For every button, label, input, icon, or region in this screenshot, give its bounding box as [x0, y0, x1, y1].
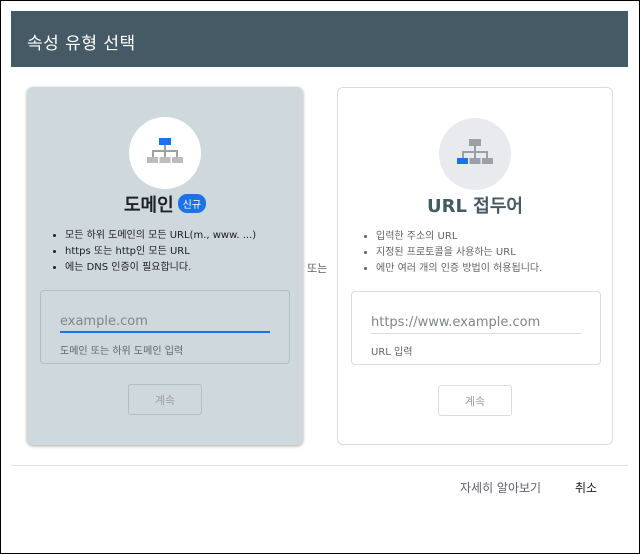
url-prefix-input-hint: URL 입력: [371, 347, 413, 358]
domain-continue-button[interactable]: 계속: [128, 384, 202, 415]
list-item: 모든 하위 도메인의 모든 URL(m., www. ...): [65, 228, 256, 244]
domain-input[interactable]: [60, 311, 270, 333]
domain-title-text: 도메인: [123, 195, 174, 216]
url-prefix-icon-circle: [439, 118, 511, 190]
domain-input-box: 도메인 또는 하위 도메인 입력: [40, 290, 290, 364]
url-prefix-input[interactable]: [371, 312, 581, 334]
new-badge: 신규: [177, 194, 207, 213]
list-item: https 또는 http인 모든 URL: [65, 244, 256, 260]
list-item: 에만 여러 개의 인증 방법이 허용됩니다.: [376, 261, 542, 277]
list-item: 지정된 프로토콜을 사용하는 URL: [376, 245, 542, 261]
dialog-title: 속성 유형 선택: [27, 34, 136, 54]
url-prefix-card-title: URL 접두어: [427, 196, 523, 217]
learn-more-link[interactable]: 자세히 알아보기: [460, 479, 541, 496]
url-prefix-property-card[interactable]: URL 접두어 입력한 주소의 URL 지정된 프로토콜을 사용하는 URL 에…: [337, 87, 613, 445]
sitemap-icon: [457, 139, 493, 164]
sitemap-icon: [147, 138, 183, 163]
url-prefix-continue-button[interactable]: 계속: [438, 385, 512, 416]
url-prefix-input-box: URL 입력: [351, 291, 601, 365]
domain-input-hint: 도메인 또는 하위 도메인 입력: [60, 346, 184, 357]
domain-card-title: 도메인 신규: [27, 191, 303, 217]
url-prefix-feature-list: 입력한 주소의 URL 지정된 프로토콜을 사용하는 URL 에만 여러 개의 …: [362, 229, 542, 277]
or-separator: 또는: [307, 262, 328, 275]
dialog-header: 속성 유형 선택: [11, 11, 628, 67]
domain-property-card[interactable]: 도메인신규 모든 하위 도메인의 모든 URL(m., www. ...) ht…: [27, 87, 303, 445]
cancel-button[interactable]: 취소: [575, 479, 597, 496]
domain-feature-list: 모든 하위 도메인의 모든 URL(m., www. ...) https 또는…: [51, 228, 256, 276]
list-item: 에는 DNS 인증이 필요합니다.: [65, 260, 256, 276]
domain-icon-circle: [129, 117, 201, 189]
list-item: 입력한 주소의 URL: [376, 229, 542, 245]
footer-divider: [11, 465, 628, 466]
